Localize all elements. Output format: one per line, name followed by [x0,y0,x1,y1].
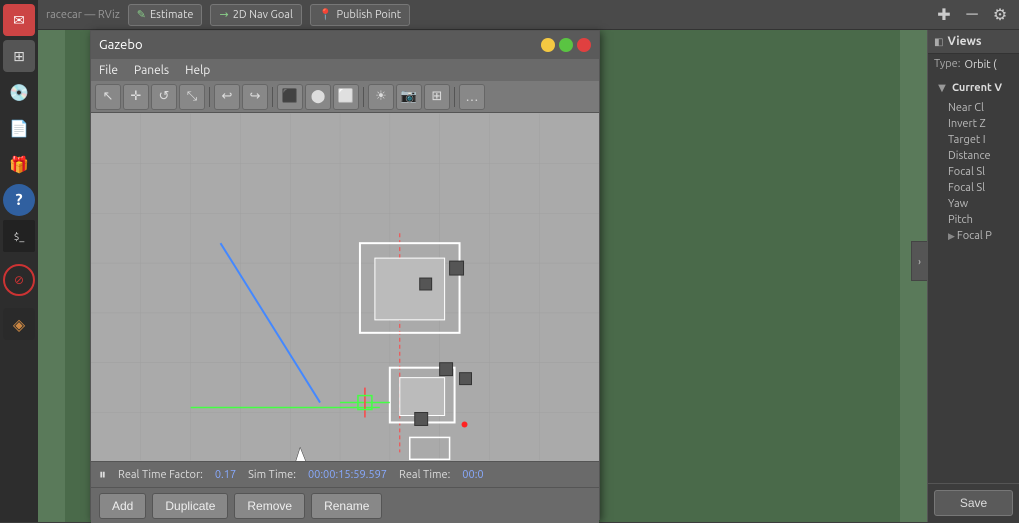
gazebo-duplicate-btn[interactable]: Duplicate [152,493,228,519]
gazebo-toolbar: ↖ ✛ ↺ ⤡ ↩ ↪ ⬛ ⬤ ⬜ ☀ 📷 ⊞ … [91,81,599,113]
rviz-add-icon-btn[interactable]: ✚ [933,4,955,26]
tool-box[interactable]: ⬛ [277,84,303,110]
rviz-publish-btn[interactable]: 📍 Publish Point [310,4,410,26]
gazebo-minimize-btn[interactable] [541,38,555,52]
tool-sphere[interactable]: ⬤ [305,84,331,110]
views-item-focal-p[interactable]: ▶ Focal P [944,228,1013,244]
views-item-distance[interactable]: Distance [944,148,1013,164]
gazebo-title: Gazebo [99,38,143,52]
current-view-collapse[interactable]: ▼ [934,80,950,96]
views-item-focal-sl-1[interactable]: Focal Sl [944,164,1013,180]
chevron-right-icon: › [918,256,921,267]
gazebo-sim-time-value: 00:00:15:59.597 [308,469,387,481]
tool-camera[interactable]: 📷 [396,84,422,110]
sidebar-icon-layers[interactable]: ◈ [3,308,35,340]
sidebar-icon-package[interactable]: 🎁 [3,148,35,180]
gazebo-real-time-value: 00:0 [462,469,483,481]
views-item-target[interactable]: Target I [944,132,1013,148]
sidebar-icon-forbidden[interactable]: ⊘ [3,264,35,296]
type-label: Type: [934,58,960,70]
sidebar-icon-window[interactable]: ⊞ [3,40,35,72]
sidebar-icon-mail[interactable]: ✉ [3,4,35,36]
rviz-minus-icon-btn[interactable]: ─ [961,4,983,26]
gazebo-statusbar: ⏸ Real Time Factor: 0.17 Sim Time: 00:00… [91,461,599,487]
gazebo-play-pause[interactable]: ⏸ [99,466,106,483]
sidebar-icon-help[interactable]: ? [3,184,35,216]
views-type-section: Type: Orbit ( [928,54,1019,76]
gazebo-sim-time-label: Sim Time: [248,469,296,481]
current-view-section: ▼ Current V Near Cl Invert Z Target I Di… [928,76,1019,248]
tool-undo[interactable]: ↩ [214,84,240,110]
gazebo-bottombar: Add Duplicate Remove Rename [91,487,599,523]
rviz-toolbar-right: ✚ ─ ⚙ [933,4,1011,26]
tool-scale[interactable]: ⤡ [179,84,205,110]
gazebo-menu-panels[interactable]: Panels [134,64,169,77]
tool-redo[interactable]: ↪ [242,84,268,110]
current-view-label: Current V [952,82,1002,94]
toolbar-sep-4 [454,87,455,107]
gazebo-grid [91,113,599,461]
rviz-right-panel: ◧ Views Type: Orbit ( ▼ Current V Near C… [927,30,1019,522]
estimate-icon: ✎ [137,8,146,21]
views-save-btn[interactable]: Save [934,490,1013,516]
gazebo-menu-help[interactable]: Help [185,64,210,77]
nav-goal-icon: → [219,8,228,21]
estimate-label: Estimate [150,9,193,21]
tool-light[interactable]: ☀ [368,84,394,110]
gazebo-window: Gazebo File Panels Help ↖ ✛ ↺ ⤡ ↩ ↪ ⬛ ⬤ … [90,30,600,520]
rviz-title: racecar — RViz [46,9,120,21]
type-value: Orbit ( [964,59,996,71]
rviz-toolbar: racecar — RViz ✎ Estimate → 2D Nav Goal … [38,0,1019,30]
views-item-invert-z[interactable]: Invert Z [944,116,1013,132]
gazebo-rename-btn[interactable]: Rename [311,493,382,519]
tool-grid[interactable]: ⊞ [424,84,450,110]
toolbar-sep-1 [209,87,210,107]
views-item-focal-sl-2[interactable]: Focal Sl [944,180,1013,196]
sidebar-icon-terminal[interactable]: $_ [3,220,35,252]
rviz-settings-icon-btn[interactable]: ⚙ [989,4,1011,26]
views-item-near-cl[interactable]: Near Cl [944,100,1013,116]
gazebo-real-time-factor-label: Real Time Factor: [118,469,203,481]
rviz-estimate-btn[interactable]: ✎ Estimate [128,4,203,26]
tool-translate[interactable]: ✛ [123,84,149,110]
toolbar-sep-2 [272,87,273,107]
views-icon: ◧ [934,36,943,48]
views-item-pitch[interactable]: Pitch [944,212,1013,228]
publish-icon: 📍 [319,8,333,21]
gazebo-real-time-factor-value: 0.17 [215,469,236,481]
gazebo-close-btn[interactable] [577,38,591,52]
toolbar-sep-3 [363,87,364,107]
gazebo-remove-btn[interactable]: Remove [234,493,305,519]
gazebo-menubar: File Panels Help [91,59,599,81]
panel-expand-arrow[interactable]: › [911,241,927,281]
left-sidebar: ✉ ⊞ 💿 📄 🎁 ? $_ ⊘ ◈ [0,0,38,522]
views-item-yaw[interactable]: Yaw [944,196,1013,212]
nav-goal-label: 2D Nav Goal [233,9,293,21]
gazebo-real-time-label: Real Time: [399,469,450,481]
gazebo-titlebar: Gazebo [91,31,599,59]
sidebar-icon-disk[interactable]: 💿 [3,76,35,108]
focal-p-arrow: ▶ [948,231,955,242]
sidebar-icon-file[interactable]: 📄 [3,112,35,144]
gazebo-menu-file[interactable]: File [99,64,118,77]
gazebo-maximize-btn[interactable] [559,38,573,52]
tool-select[interactable]: ↖ [95,84,121,110]
tool-more[interactable]: … [459,84,485,110]
gazebo-viewport[interactable] [91,113,599,461]
gazebo-add-btn[interactable]: Add [99,493,146,519]
tool-cylinder[interactable]: ⬜ [333,84,359,110]
rviz-nav-goal-btn[interactable]: → 2D Nav Goal [210,4,301,26]
gazebo-titlebar-buttons [541,38,591,52]
views-panel-header: ◧ Views [928,30,1019,54]
tool-rotate[interactable]: ↺ [151,84,177,110]
views-bottom-bar: Save [928,483,1019,522]
publish-label: Publish Point [337,9,402,21]
views-title: Views [947,35,981,48]
